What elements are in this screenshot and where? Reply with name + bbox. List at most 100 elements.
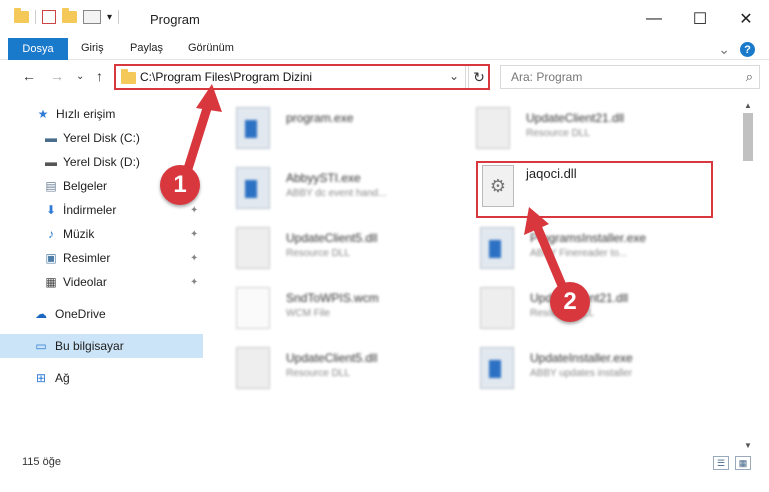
sidebar-item-label: Videolar xyxy=(63,275,107,289)
title-bar: ▾ Program — ☐ ✕ xyxy=(0,0,769,38)
ribbon: Dosya Giriş Paylaş Görünüm ⌄ ? xyxy=(0,38,769,60)
vertical-scrollbar[interactable]: ▲ ▼ xyxy=(740,95,756,455)
file-name: program.exe xyxy=(286,111,354,125)
sidebar-item-label: OneDrive xyxy=(55,307,106,321)
ribbon-expand-icon[interactable]: ⌄ xyxy=(718,41,730,58)
tab-home[interactable]: Giriş xyxy=(81,42,104,54)
pictures-icon: ▣ xyxy=(45,251,57,265)
file-item[interactable]: AbbyySTI.exe ABBY dc event hand... xyxy=(236,161,476,221)
navigation-pane: ★ Hızlı erişim ▬ Yerel Disk (C:) ▬ Yerel… xyxy=(0,100,206,440)
sidebar-item-quick-access[interactable]: ★ Hızlı erişim xyxy=(0,102,203,126)
window-title: Program xyxy=(150,12,200,27)
chevron-down-icon[interactable]: ▾ xyxy=(107,12,112,23)
sidebar-item-onedrive[interactable]: ☁ OneDrive xyxy=(0,302,203,326)
file-name: ProgramsInstaller.exe xyxy=(530,231,647,245)
drive-icon: ▬ xyxy=(45,131,57,145)
step-1-badge: 1 xyxy=(160,165,200,205)
new-folder-icon[interactable] xyxy=(62,8,77,23)
divider xyxy=(35,10,36,24)
tab-share[interactable]: Paylaş xyxy=(130,42,163,54)
sidebar-item-this-pc[interactable]: ▭ Bu bilgisayar xyxy=(0,334,203,358)
properties-icon[interactable] xyxy=(42,10,56,24)
sidebar-item-label: Yerel Disk (C:) xyxy=(63,131,140,145)
sidebar-item-pictures[interactable]: ▣ Resimler ✦ xyxy=(0,246,203,270)
file-name: UpdateInstaller.exe xyxy=(530,351,633,365)
sidebar-item-label: Müzik xyxy=(63,227,95,241)
step-2-badge: 2 xyxy=(550,282,590,322)
scroll-thumb[interactable] xyxy=(743,113,753,161)
exe-file-icon xyxy=(236,107,270,149)
network-icon: ⊞ xyxy=(35,371,47,385)
search-icon: ⌕ xyxy=(745,69,753,84)
dll-file-icon xyxy=(476,107,510,149)
file-description: WCM File xyxy=(286,308,330,319)
exe-file-icon xyxy=(236,167,270,209)
file-description: ABBY dc event hand... xyxy=(286,188,387,199)
back-button[interactable]: ← xyxy=(22,68,36,84)
customize-toolbar-icon[interactable] xyxy=(83,10,101,24)
file-description: ABBY Finereader to... xyxy=(530,248,628,259)
dll-file-icon xyxy=(236,227,270,269)
sidebar-item-label: Ağ xyxy=(55,371,70,385)
sidebar-item-label: Hızlı erişim xyxy=(56,107,116,121)
recent-locations-button[interactable]: ⌄ xyxy=(76,71,84,82)
details-view-button[interactable]: ☰ xyxy=(713,456,729,470)
file-item[interactable]: UpdateInstaller.exe ABBY updates install… xyxy=(480,341,720,401)
drive-icon: ▬ xyxy=(45,155,57,169)
close-button[interactable]: ✕ xyxy=(723,0,769,38)
sidebar-item-network[interactable]: ⊞ Ağ xyxy=(0,366,203,390)
help-icon[interactable]: ? xyxy=(740,42,755,57)
large-icons-view-button[interactable]: ▦ xyxy=(735,456,751,470)
sidebar-item-label: Belgeler xyxy=(63,179,108,193)
scroll-down-button[interactable]: ▼ xyxy=(740,437,756,453)
file-item[interactable]: UpdateClient21.dll Resource DLL xyxy=(480,281,720,341)
status-bar: 115 öğe ☰ ▦ xyxy=(0,452,769,474)
dll-file-icon xyxy=(236,347,270,389)
pin-icon[interactable]: ✦ xyxy=(190,205,198,216)
pin-icon[interactable]: ✦ xyxy=(190,253,198,264)
forward-button[interactable]: → xyxy=(50,68,64,84)
sidebar-item-music[interactable]: ♪ Müzik ✦ xyxy=(0,222,203,246)
star-icon: ★ xyxy=(37,107,49,121)
sidebar-item-videos[interactable]: ▦ Videolar ✦ xyxy=(0,270,203,294)
this-pc-icon: ▭ xyxy=(35,339,47,353)
pin-icon[interactable]: ✦ xyxy=(190,277,198,288)
sidebar-item-local-disk-c[interactable]: ▬ Yerel Disk (C:) xyxy=(0,126,203,150)
up-button[interactable]: ↑ xyxy=(96,68,103,84)
document-file-icon xyxy=(236,287,270,329)
file-item[interactable]: UpdateClient5.dll Resource DLL xyxy=(236,341,476,401)
sidebar-item-label: İndirmeler xyxy=(63,203,117,217)
pin-icon[interactable]: ✦ xyxy=(190,229,198,240)
divider xyxy=(118,10,120,24)
file-item[interactable]: SndToWPIS.wcm WCM File xyxy=(236,281,476,341)
maximize-button[interactable]: ☐ xyxy=(677,0,723,38)
file-description: ABBY updates installer xyxy=(530,368,633,379)
tab-view[interactable]: Görünüm xyxy=(188,42,234,54)
file-name: UpdateClient5.dll xyxy=(286,231,378,245)
exe-file-icon xyxy=(480,347,514,389)
videos-icon: ▦ xyxy=(45,275,57,289)
file-name: UpdateClient5.dll xyxy=(286,351,378,365)
sidebar-item-label: Bu bilgisayar xyxy=(55,339,124,353)
tab-file[interactable]: Dosya xyxy=(8,38,68,60)
file-item[interactable]: program.exe xyxy=(236,101,476,161)
file-description: Resource DLL xyxy=(286,248,350,259)
sidebar-item-label: Resimler xyxy=(63,251,111,265)
file-name: UpdateClient21.dll xyxy=(526,111,625,125)
file-item[interactable]: UpdateClient5.dll Resource DLL xyxy=(236,221,476,281)
file-name: AbbyySTI.exe xyxy=(286,171,361,185)
documents-icon: ▤ xyxy=(45,179,57,193)
file-name: SndToWPIS.wcm xyxy=(286,291,379,305)
file-highlight-box xyxy=(476,161,713,218)
minimize-button[interactable]: — xyxy=(631,0,677,38)
sidebar-item-label: Yerel Disk (D:) xyxy=(63,155,140,169)
address-highlight-box xyxy=(114,64,490,90)
file-description: Resource DLL xyxy=(526,128,590,139)
file-item[interactable]: UpdateClient21.dll Resource DLL xyxy=(476,101,716,161)
scroll-up-button[interactable]: ▲ xyxy=(740,97,756,113)
exe-file-icon xyxy=(480,227,514,269)
search-input[interactable]: Ara: Program ⌕ xyxy=(500,65,760,89)
downloads-icon: ⬇ xyxy=(45,203,57,217)
file-item[interactable]: ProgramsInstaller.exe ABBY Finereader to… xyxy=(480,221,720,281)
file-description: Resource DLL xyxy=(286,368,350,379)
